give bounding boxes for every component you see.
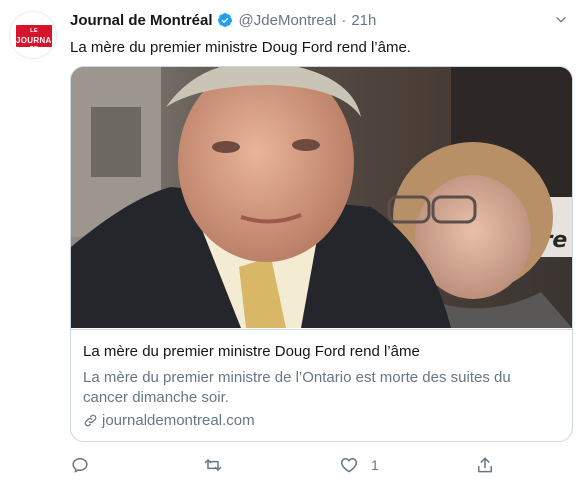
retweet-button[interactable] (203, 455, 235, 475)
logo-line2: JOURNAL (16, 36, 57, 45)
journal-logo: LE JOURNAL DE MONTRÉAL (16, 25, 57, 58)
reply-icon (72, 458, 88, 473)
link-card[interactable]: here La mère du premier ministre Doug Fo… (70, 66, 573, 442)
logo-line3: DE MONTRÉAL (17, 46, 51, 59)
like-button[interactable]: 1 (339, 455, 379, 475)
tweet-timestamp[interactable]: 21h (351, 12, 376, 29)
like-count: 1 (371, 457, 379, 473)
separator-dot: · (341, 11, 347, 29)
card-info[interactable]: La mère du premier ministre Doug Ford re… (71, 329, 572, 441)
share-button[interactable] (475, 455, 495, 475)
card-domain-text: journaldemontreal.com (102, 412, 255, 429)
tweet-text: La mère du premier ministre Doug Ford re… (70, 39, 411, 56)
news-photo-illustration: here (71, 67, 572, 328)
action-bar: 1 (70, 455, 520, 477)
share-icon (478, 457, 492, 473)
card-domain[interactable]: journaldemontreal.com (83, 412, 255, 429)
card-title[interactable]: La mère du premier ministre Doug Ford re… (83, 342, 420, 362)
verified-badge-icon (217, 13, 232, 27)
tweet-header: Journal de Montréal @JdeMontreal · 21h (70, 10, 376, 30)
avatar[interactable]: LE JOURNAL DE MONTRÉAL (9, 11, 57, 59)
chevron-down-icon[interactable] (554, 13, 568, 27)
heart-icon (340, 458, 358, 473)
retweet-icon (204, 459, 222, 471)
card-photo: here (71, 67, 572, 328)
logo-line1: LE (30, 28, 38, 34)
author-handle[interactable]: @JdeMontreal (239, 12, 337, 29)
author-name[interactable]: Journal de Montréal (70, 12, 213, 29)
reply-button[interactable] (70, 455, 102, 475)
link-icon (84, 414, 97, 427)
card-description: La mère du premier ministre de l’Ontario… (83, 369, 511, 406)
